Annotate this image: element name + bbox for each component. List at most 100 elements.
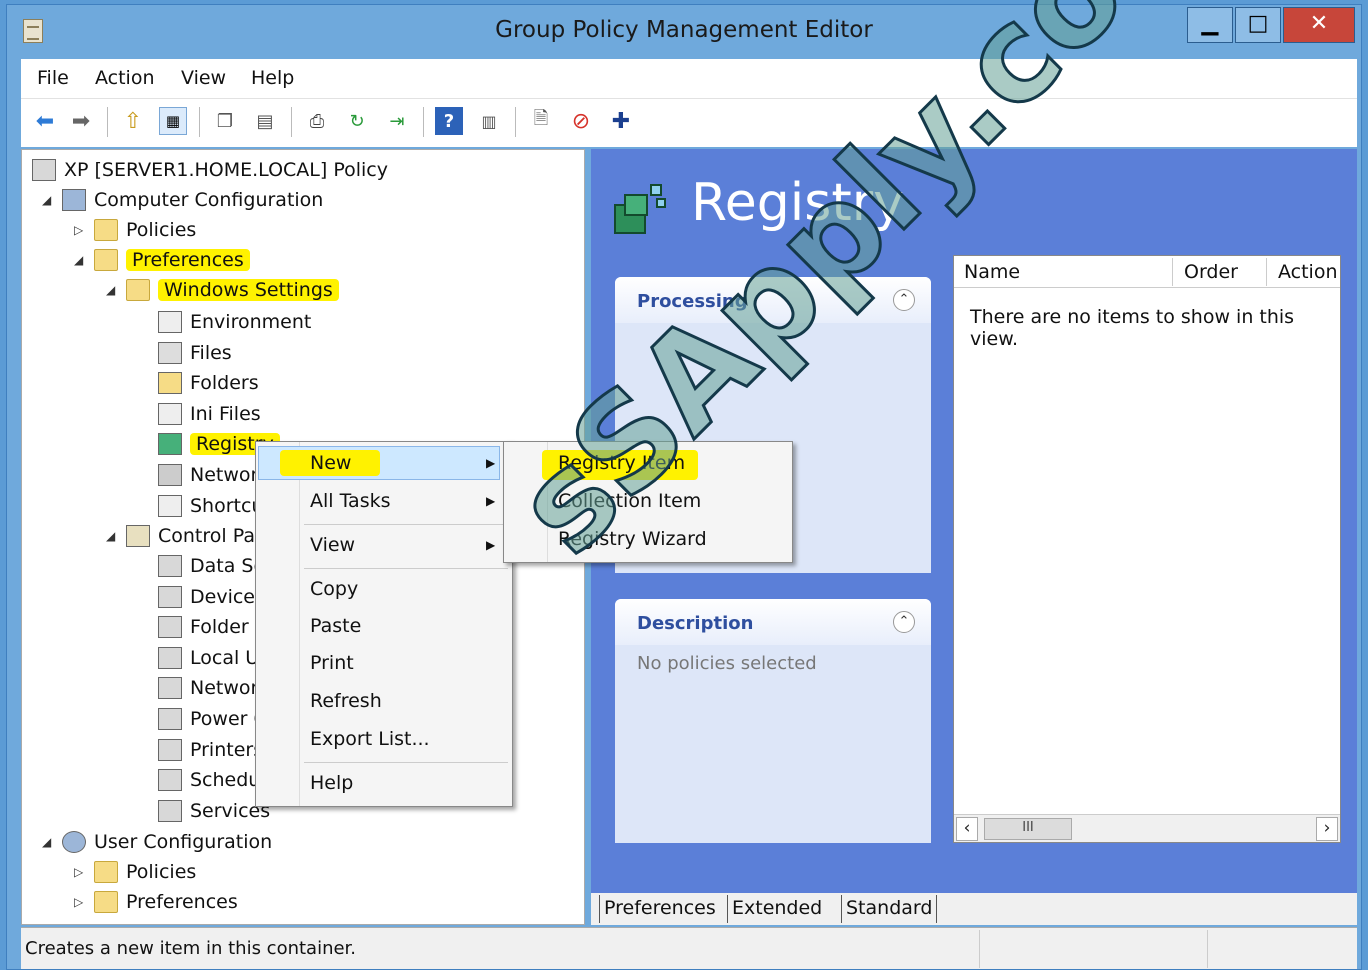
menu-print[interactable]: Print [310, 652, 354, 674]
collapsed-arrow-icon[interactable]: ▷ [74, 223, 83, 237]
menu-collection-item[interactable]: Collection Item [558, 490, 701, 512]
add-icon[interactable]: ✚ [607, 107, 635, 135]
files-icon [158, 341, 182, 364]
submenu-arrow-icon: ▶ [486, 456, 496, 470]
processing-title: Processing [637, 291, 748, 312]
view-tabs: Preferences Extended Standard [591, 893, 1357, 925]
document-icon[interactable]: 🗎 [527, 107, 555, 135]
empty-list-message: There are no items to show in this view. [970, 306, 1295, 350]
maximize-button[interactable]: □ [1235, 7, 1281, 43]
expanded-arrow-icon[interactable]: ◢ [42, 193, 51, 207]
tree-ws-item-label: Folders [190, 372, 259, 395]
data-sources-icon [158, 555, 182, 577]
back-arrow-icon[interactable]: ⬅ [31, 107, 59, 135]
tree-user-preferences[interactable]: ▷ Preferences [74, 888, 238, 916]
horizontal-scrollbar[interactable]: ‹ III › [954, 814, 1340, 842]
menu-all-tasks[interactable]: All Tasks ▶ [310, 490, 495, 512]
tree-cp-item[interactable]: Services [158, 797, 270, 825]
tree-root[interactable]: XP [SERVER1.HOME.LOCAL] Policy [32, 156, 388, 184]
column-action[interactable]: Action [1278, 261, 1338, 283]
paste-icon[interactable]: ▤ [251, 107, 279, 135]
tree-windows-settings[interactable]: ◢ Windows Settings [106, 276, 339, 304]
menu-registry-item[interactable]: Registry Item [558, 452, 685, 474]
close-button[interactable]: ✕ [1283, 7, 1355, 43]
tree-ws-item[interactable]: Environment [158, 308, 311, 336]
registry-icon [614, 184, 666, 234]
registry-heading: Registry [691, 173, 904, 233]
collapsed-arrow-icon[interactable]: ▷ [74, 895, 83, 909]
menu-copy[interactable]: Copy [310, 578, 358, 600]
expanded-arrow-icon[interactable]: ◢ [106, 283, 115, 297]
context-menu: New ▶ All Tasks ▶ View ▶ Copy Paste Print R… [255, 441, 513, 807]
collapse-icon[interactable]: ⌃ [893, 611, 915, 633]
scroll-right-icon[interactable]: › [1316, 817, 1338, 841]
folder-icon [94, 861, 118, 883]
menu-view[interactable]: View ▶ [310, 534, 495, 556]
tree-ws-item[interactable]: Ini Files [158, 400, 261, 428]
tree-user-policies-label: Policies [126, 861, 197, 883]
status-text: Creates a new item in this container. [25, 938, 357, 959]
menu-new-label: New [310, 452, 352, 474]
expanded-arrow-icon[interactable]: ◢ [74, 253, 83, 267]
expanded-arrow-icon[interactable]: ◢ [42, 835, 51, 849]
scroll-left-icon[interactable]: ‹ [956, 817, 978, 841]
tree-user-preferences-label: Preferences [126, 891, 238, 913]
print-icon[interactable]: ⎙ [303, 107, 331, 135]
tab-preferences[interactable]: Preferences [599, 895, 720, 923]
refresh-icon[interactable]: ↻ [343, 107, 371, 135]
variables-icon [158, 311, 182, 333]
scroll-thumb[interactable]: III [984, 818, 1072, 840]
tree-ws-item[interactable]: Folders [158, 369, 259, 397]
menu-paste[interactable]: Paste [310, 615, 361, 637]
menu-help[interactable]: Help [310, 772, 353, 794]
tree-windows-settings-label: Windows Settings [158, 279, 339, 301]
minimize-button[interactable]: ▁ [1187, 7, 1233, 43]
main-window: Group Policy Management Editor ▁ □ ✕ Fil… [6, 0, 1362, 970]
up-folder-icon[interactable]: ⇧ [119, 107, 147, 135]
collapsed-arrow-icon[interactable]: ▷ [74, 865, 83, 879]
tree-policies[interactable]: ▷ Policies [74, 216, 196, 244]
control-panel-icon [126, 525, 150, 547]
no-policies-text: No policies selected [637, 653, 817, 674]
menu-view-label: View [310, 534, 356, 556]
menu-export-list[interactable]: Export List... [310, 728, 430, 750]
printers-icon [158, 738, 182, 761]
tree-ws-item[interactable]: Files [158, 339, 232, 367]
devices-icon [158, 585, 182, 608]
menu-help[interactable]: Help [251, 67, 294, 89]
tree-ws-item-label: Ini Files [190, 402, 261, 425]
menu-new[interactable]: New ▶ [310, 452, 495, 474]
users-icon [62, 831, 86, 853]
properties-icon[interactable]: ▥ [475, 107, 503, 135]
tree-user-config[interactable]: ◢ User Configuration [42, 828, 272, 856]
tree-cp-item[interactable]: Printers [158, 736, 263, 764]
menu-view[interactable]: View [181, 67, 226, 89]
menu-action[interactable]: Action [95, 67, 155, 89]
tree-ws-item-label: Environment [190, 311, 312, 333]
tree-user-policies[interactable]: ▷ Policies [74, 858, 197, 886]
copy-icon[interactable]: ❐ [211, 107, 239, 135]
help-icon[interactable]: ? [435, 107, 463, 135]
tree-cp-item-label: Devices [190, 585, 265, 608]
stop-icon[interactable]: ⊘ [567, 107, 595, 135]
tree-computer-config[interactable]: ◢ Computer Configuration [42, 186, 323, 214]
column-name[interactable]: Name [964, 261, 1020, 283]
local-users-icon [158, 646, 182, 669]
network-options-icon [158, 677, 182, 700]
export-list-icon[interactable]: ⇥ [383, 107, 411, 135]
tab-extended[interactable]: Extended [727, 895, 826, 923]
tab-standard[interactable]: Standard [841, 895, 938, 923]
shortcuts-icon [158, 494, 182, 517]
tree-cp-item[interactable]: Devices [158, 583, 265, 611]
tree-preferences[interactable]: ◢ Preferences [74, 246, 250, 274]
collapse-icon[interactable]: ⌃ [893, 289, 915, 311]
network-shares-icon [158, 464, 182, 486]
forward-arrow-icon[interactable]: ➡ [67, 107, 95, 135]
show-hide-tree-icon[interactable]: ▦ [159, 107, 187, 135]
scheduled-tasks-icon [158, 769, 182, 792]
expanded-arrow-icon[interactable]: ◢ [106, 529, 115, 543]
menu-refresh[interactable]: Refresh [310, 690, 382, 712]
column-order[interactable]: Order [1184, 261, 1238, 283]
menu-registry-wizard[interactable]: Registry Wizard [558, 528, 707, 550]
menu-file[interactable]: File [37, 67, 69, 89]
